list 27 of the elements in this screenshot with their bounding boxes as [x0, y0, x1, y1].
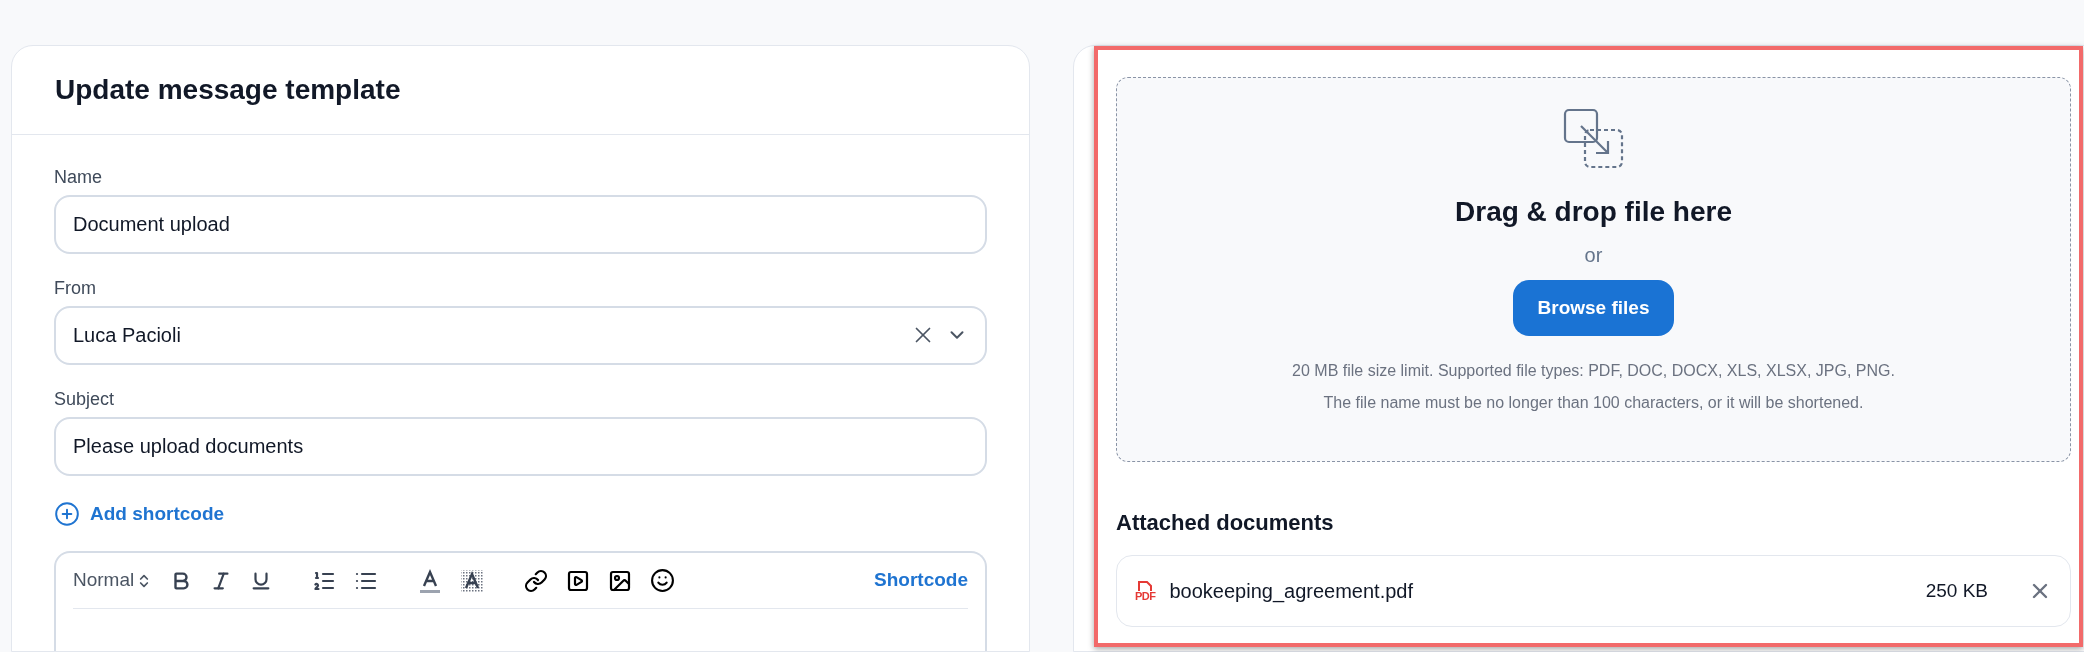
- hint-text: 20 MB file size limit. Supported file types: PDF, DOC, DOCX, XLS, XLSX, JPG, PNG.: [1292, 361, 1895, 381]
- section-title: Attached documents: [1116, 509, 1335, 537]
- drag-drop-icon: [1562, 108, 1625, 170]
- image-icon[interactable]: [608, 568, 633, 593]
- add-icon: [54, 500, 80, 527]
- dropzone-title: Drag & drop file here: [1455, 195, 1732, 229]
- video-icon[interactable]: [566, 568, 591, 593]
- dropzone[interactable]: Drag & drop file here or Browse files 20 MB file size limit. Supported file types: PDF, DOC, DOCX, XLS, XLSX, JPG, PNG. The file name must be no longer than 100 characters, or it will be shortened.: [1116, 77, 2071, 462]
- field-label: Subject: [54, 387, 116, 411]
- format-select[interactable]: Normal: [73, 566, 153, 595]
- link-icon[interactable]: [524, 568, 549, 593]
- input-field[interactable]: Document upload: [54, 194, 987, 254]
- shortcode-button[interactable]: Shortcode: [874, 566, 968, 595]
- select-field[interactable]: Luca Pacioli: [54, 305, 987, 365]
- file-size: 250 KB: [1925, 578, 1988, 603]
- text-color-icon[interactable]: [418, 567, 443, 594]
- field-label: From: [54, 276, 97, 300]
- card-title: Update message template: [55, 72, 401, 107]
- add-shortcode-link[interactable]: Add shortcode: [54, 499, 225, 528]
- hint-text: The file name must be no longer than 100 characters, or it will be shortened.: [1323, 393, 1864, 413]
- emoji-icon[interactable]: [650, 568, 676, 593]
- input-field[interactable]: Please upload documents: [54, 416, 987, 476]
- file-name: bookeeping_agreement.pdf: [1169, 579, 1414, 605]
- field-label: Name: [54, 165, 103, 189]
- browse-files-button[interactable]: Browse files: [1512, 280, 1675, 336]
- or-text: or: [1584, 243, 1603, 268]
- background-color-icon[interactable]: [460, 568, 485, 593]
